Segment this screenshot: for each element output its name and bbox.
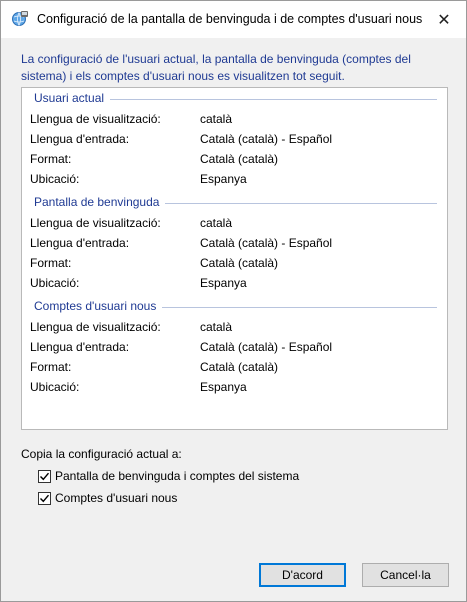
description-text: La configuració de l'usuari actual, la p… — [21, 52, 411, 83]
setting-label: Llengua de visualització: — [30, 216, 161, 230]
section-header-current-user: Usuari actual — [34, 90, 437, 106]
setting-row: Ubicació: Espanya — [30, 172, 440, 190]
setting-value: català — [200, 320, 233, 334]
setting-label: Ubicació: — [30, 380, 80, 394]
new-user-accounts-checkbox-row[interactable]: Comptes d'usuari nous — [38, 490, 177, 506]
ok-button[interactable]: D'acord — [259, 563, 346, 587]
title-bar[interactable]: Configuració de la pantalla de benvingud… — [1, 1, 466, 38]
setting-value: Català (català) - Español — [200, 236, 333, 250]
setting-row: Format: Català (català) — [30, 152, 440, 170]
globe-settings-icon — [12, 11, 28, 26]
section-divider — [165, 202, 437, 204]
section-divider — [162, 306, 437, 308]
setting-label: Llengua de visualització: — [30, 320, 161, 334]
setting-value: Català (català) — [200, 152, 279, 166]
setting-label: Llengua d'entrada: — [30, 340, 130, 354]
setting-label: Ubicació: — [30, 276, 80, 290]
setting-value: Espanya — [200, 172, 247, 186]
region-settings-dialog: Configuració de la pantalla de benvingud… — [0, 0, 467, 602]
setting-row: Llengua d'entrada: Català (català) - Esp… — [30, 340, 440, 358]
setting-value: Català (català) — [200, 360, 279, 374]
copy-settings-label: Copia la configuració actual a: — [21, 447, 182, 461]
section-title: Pantalla de benvinguda — [34, 195, 160, 209]
setting-value: Espanya — [200, 380, 247, 394]
cancel-button[interactable]: Cancel·la — [362, 563, 449, 587]
section-divider — [110, 98, 437, 100]
section-header-welcome-screen: Pantalla de benvinguda — [34, 194, 437, 210]
setting-row: Format: Català (català) — [30, 256, 440, 274]
setting-label: Format: — [30, 152, 72, 166]
setting-label: Ubicació: — [30, 172, 80, 186]
setting-label: Format: — [30, 256, 72, 270]
checkmark-icon — [40, 472, 50, 480]
settings-summary-panel[interactable]: Usuari actual Llengua de visualització: … — [21, 87, 448, 430]
setting-label: Llengua d'entrada: — [30, 236, 130, 250]
setting-row: Llengua de visualització: català — [30, 216, 440, 234]
close-icon: ✕ — [437, 11, 451, 29]
setting-value: Català (català) — [200, 256, 279, 270]
welcome-screen-checkbox[interactable] — [38, 469, 51, 483]
new-user-accounts-checkbox[interactable] — [38, 491, 51, 505]
close-button[interactable]: ✕ — [422, 1, 466, 38]
setting-row: Llengua de visualització: català — [30, 112, 440, 130]
setting-row: Llengua d'entrada: Català (català) - Esp… — [30, 236, 440, 254]
setting-value: Català (català) - Español — [200, 340, 333, 354]
setting-value: català — [200, 216, 233, 230]
setting-label: Llengua d'entrada: — [30, 132, 130, 146]
setting-row: Ubicació: Espanya — [30, 380, 440, 398]
setting-row: Llengua de visualització: català — [30, 320, 440, 338]
checkmark-icon — [40, 494, 50, 502]
welcome-screen-checkbox-label[interactable]: Pantalla de benvinguda i comptes del sis… — [55, 469, 299, 483]
window-title: Configuració de la pantalla de benvingud… — [37, 12, 423, 26]
setting-value: català — [200, 112, 233, 126]
setting-row: Ubicació: Espanya — [30, 276, 440, 294]
setting-value: Espanya — [200, 276, 247, 290]
section-header-new-user-accounts: Comptes d'usuari nous — [34, 298, 437, 314]
new-user-accounts-checkbox-label[interactable]: Comptes d'usuari nous — [55, 491, 177, 505]
setting-label: Llengua de visualització: — [30, 112, 161, 126]
section-title: Comptes d'usuari nous — [34, 299, 157, 313]
setting-row: Llengua d'entrada: Català (català) - Esp… — [30, 132, 440, 150]
section-title: Usuari actual — [34, 91, 105, 105]
welcome-screen-system-accounts-checkbox-row[interactable]: Pantalla de benvinguda i comptes del sis… — [38, 468, 299, 484]
setting-value: Català (català) - Español — [200, 132, 333, 146]
setting-label: Format: — [30, 360, 72, 374]
setting-row: Format: Català (català) — [30, 360, 440, 378]
